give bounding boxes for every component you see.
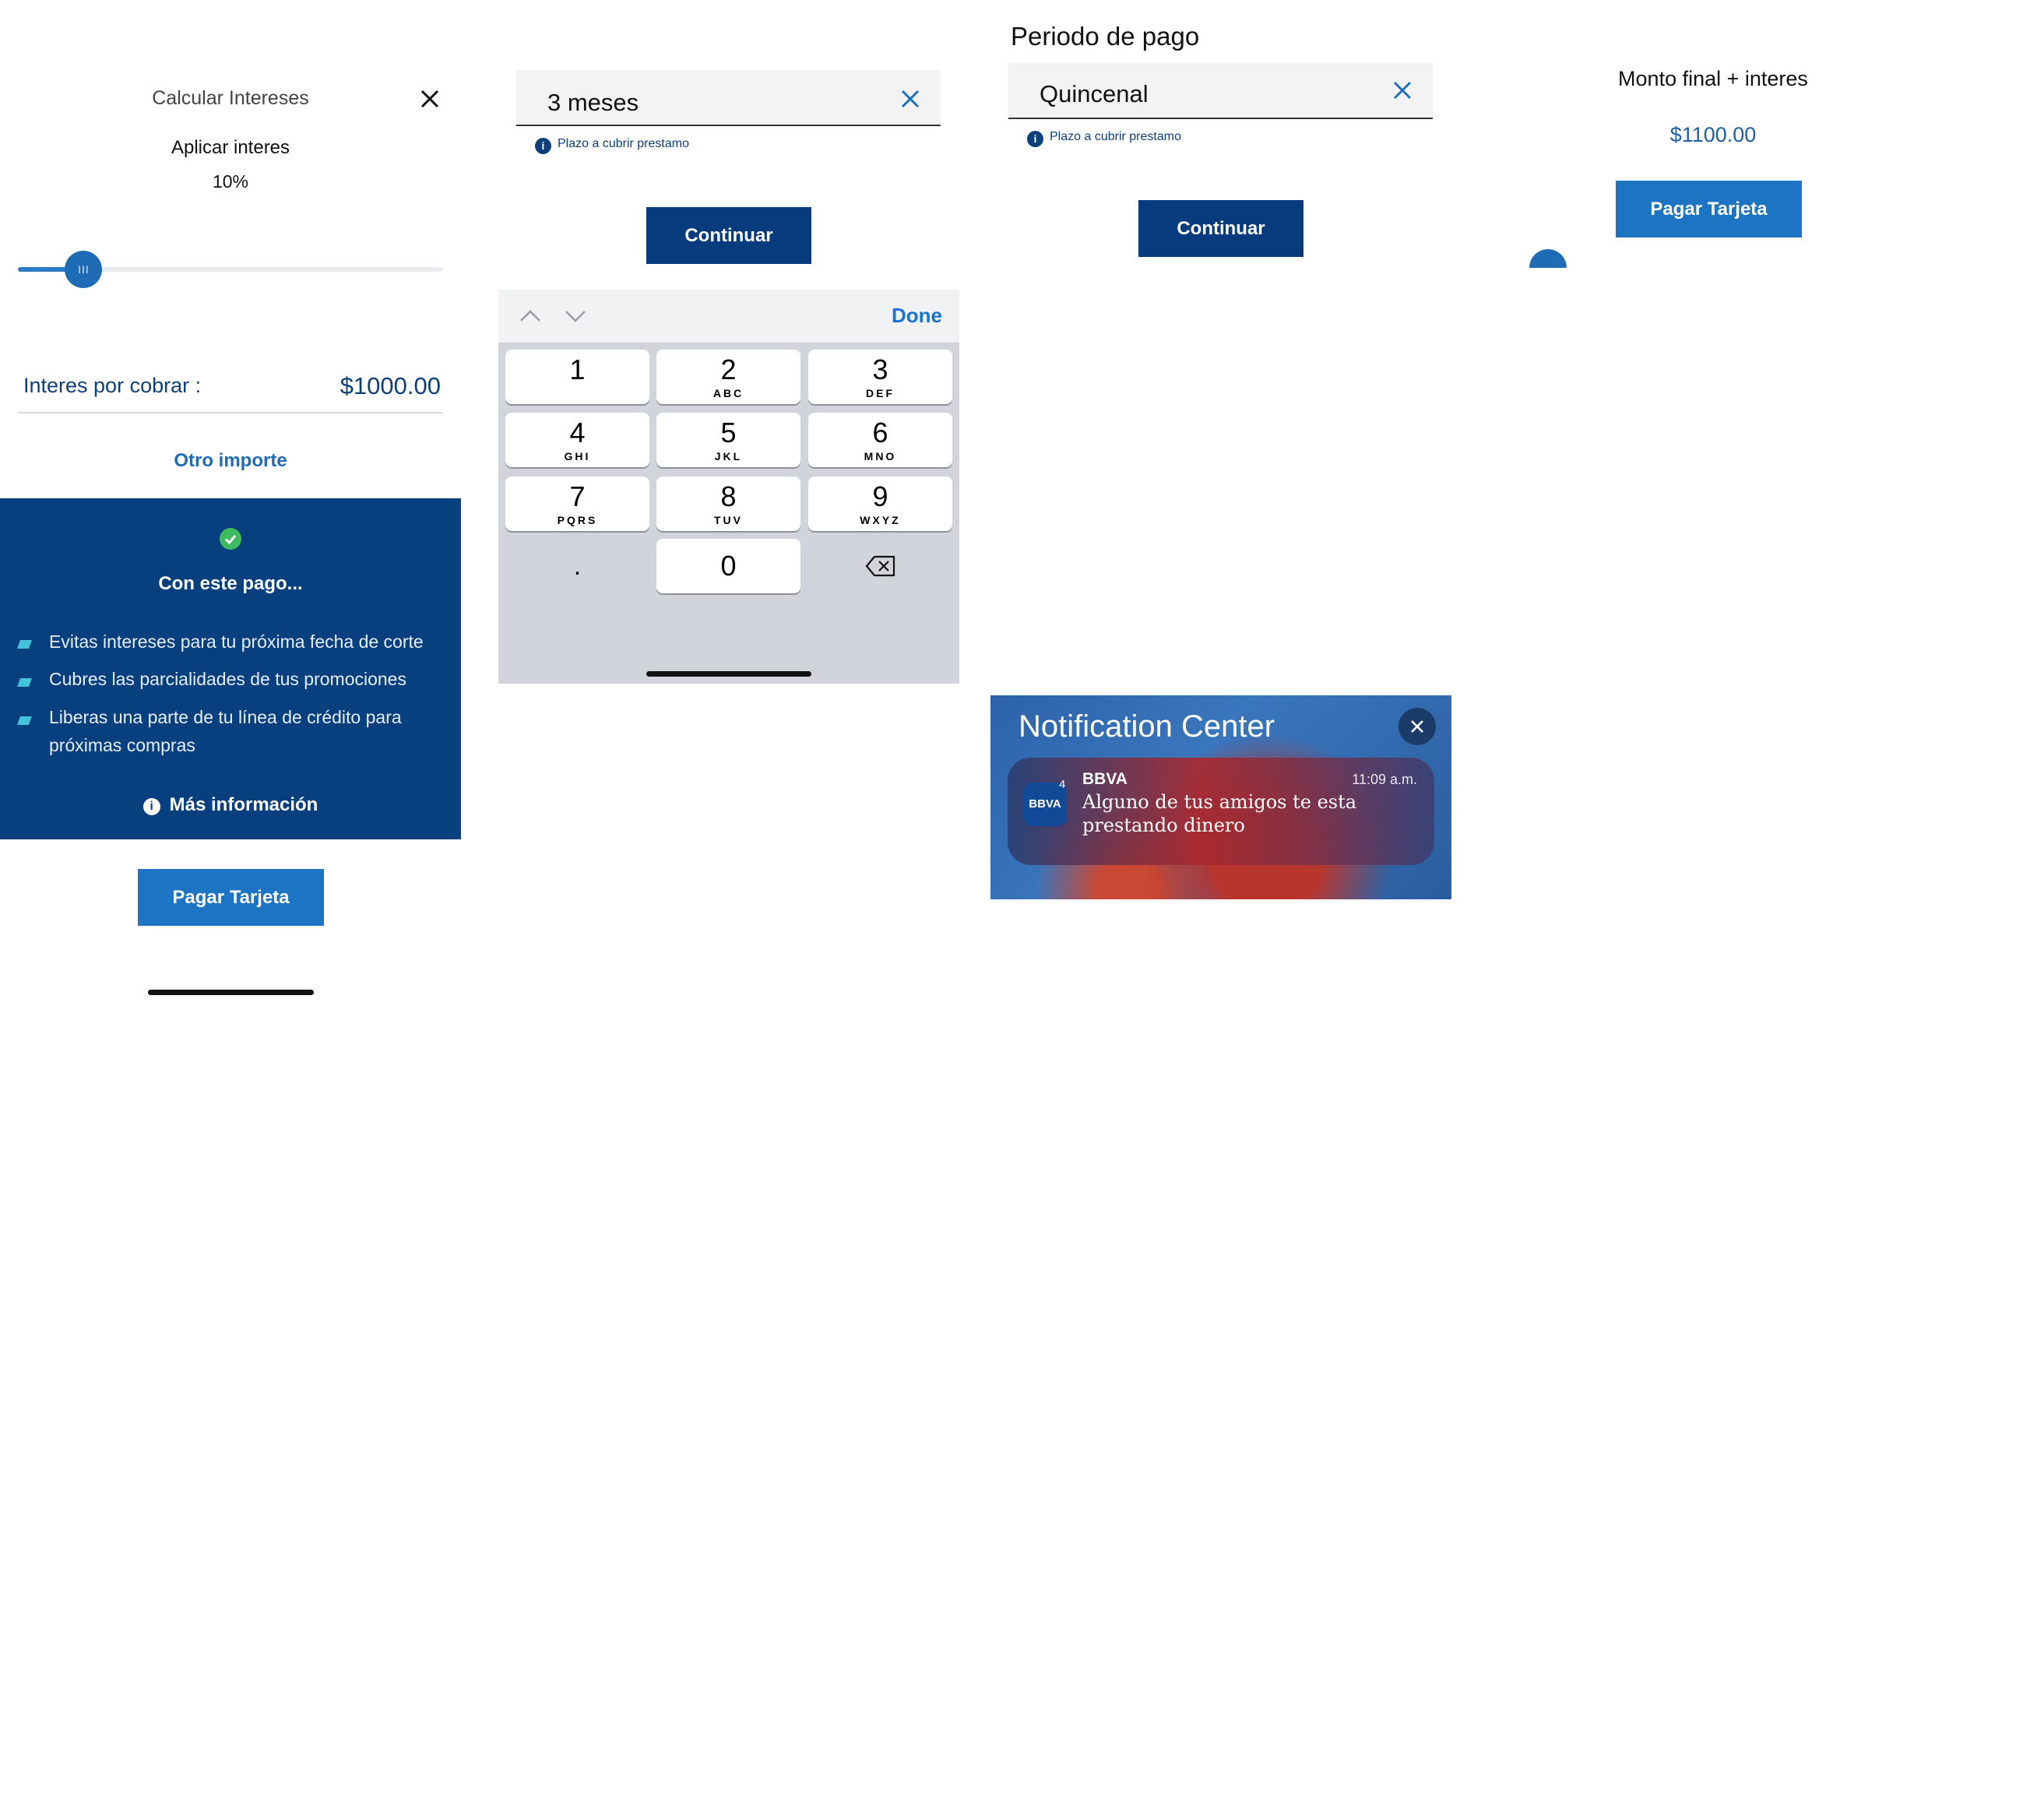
key-8[interactable]: 8 TUV xyxy=(656,477,800,531)
notification-card[interactable]: BBVA 4 BBVA 11:09 a.m. Alguno de tus ami… xyxy=(1008,758,1434,865)
other-amount-link[interactable]: Otro importe xyxy=(0,450,461,472)
page-title: Periodo de pago xyxy=(1011,22,1200,51)
panel-monto-final: Monto final + interes $1100.00 Pagar Tar… xyxy=(1483,0,1944,467)
notification-center-title: Notification Center xyxy=(1018,709,1275,744)
keyboard-toolbar: Done xyxy=(498,290,959,343)
home-indicator xyxy=(646,671,811,677)
final-amount-title: Monto final + interes xyxy=(1618,67,1808,90)
key-decimal[interactable]: . xyxy=(505,539,649,593)
benefit-item: Liberas una parte de tu línea de crédito… xyxy=(49,707,402,727)
info-icon: i xyxy=(142,798,160,815)
period-hint: i Plazo a cubrir prestamo xyxy=(1027,130,1181,147)
key-1[interactable]: 1 xyxy=(505,350,649,404)
clear-icon[interactable] xyxy=(899,87,922,111)
key-7[interactable]: 7 PQRS xyxy=(505,477,649,531)
panel-periodo-pago: Periodo de pago Quincenal i Plazo a cubri… xyxy=(990,0,1451,934)
home-indicator xyxy=(148,990,314,995)
pay-card-button[interactable]: Pagar Tarjeta xyxy=(1616,181,1802,237)
chevron-down-icon[interactable] xyxy=(564,308,587,324)
final-amount-value: $1100.00 xyxy=(1669,123,1757,146)
continue-button[interactable]: Continuar xyxy=(1138,200,1303,257)
notification-app-name: BBVA xyxy=(1082,770,1128,788)
hint-text: Plazo a cubrir prestamo xyxy=(558,137,689,150)
key-3[interactable]: 3 DEF xyxy=(808,350,952,404)
keyboard-done-button[interactable]: Done xyxy=(892,304,942,328)
slider-thumb-partial xyxy=(1529,249,1567,268)
payment-benefits-card: Con este pago... Evitas intereses para t… xyxy=(0,498,461,839)
interest-percent: 10% xyxy=(212,171,249,192)
notification-count-badge: 4 xyxy=(1059,778,1066,791)
backspace-icon xyxy=(865,555,895,577)
panel-plazo: 3 meses i Plazo a cubrir prestamo Continu… xyxy=(498,0,959,779)
apply-interest-label: Aplicar interes xyxy=(171,137,290,158)
interest-due-value: $1000.00 xyxy=(339,372,441,399)
divider xyxy=(18,412,442,413)
bullet-icon xyxy=(16,640,33,649)
interest-slider[interactable]: III xyxy=(18,251,442,288)
check-circle-icon xyxy=(220,528,241,550)
clear-icon[interactable] xyxy=(1391,79,1414,102)
info-icon: i xyxy=(535,138,551,154)
chevron-up-icon[interactable] xyxy=(519,308,542,324)
notification-message: Alguno de tus amigos te esta prestando d… xyxy=(1082,791,1357,836)
backspace-key[interactable] xyxy=(808,539,952,593)
more-info-label: Más información xyxy=(169,794,318,815)
panel-calcular-intereses: Calcular Intereses Aplicar interes 10% I… xyxy=(0,0,461,1012)
key-0[interactable]: 0 xyxy=(656,539,800,593)
key-2[interactable]: 2 ABC xyxy=(656,350,800,404)
info-icon: i xyxy=(1027,131,1043,147)
continue-button[interactable]: Continuar xyxy=(646,207,811,264)
close-icon[interactable] xyxy=(417,86,443,112)
more-info-link[interactable]: i Más información xyxy=(0,794,461,816)
term-field[interactable]: 3 meses xyxy=(516,70,941,126)
notification-time: 11:09 a.m. xyxy=(1352,772,1417,787)
benefit-item: Evitas intereses para tu próxima fecha d… xyxy=(49,631,424,652)
pay-card-button[interactable]: Pagar Tarjeta xyxy=(138,869,324,926)
key-6[interactable]: 6 MNO xyxy=(808,413,952,467)
card-title: Con este pago... xyxy=(158,573,303,594)
benefit-item: Cubres las parcialidades de tus promocio… xyxy=(49,669,406,689)
numeric-keyboard: Done 1 2 ABC 3 DEF 4 GHI 5 JKL 6 MNO 7 PQRS 8T… xyxy=(498,290,959,684)
close-icon[interactable] xyxy=(1398,708,1436,745)
notification-center: Notification Center BBVA 4 BBVA 11:09 a.… xyxy=(990,695,1451,899)
bullet-icon xyxy=(16,716,33,725)
term-hint: i Plazo a cubrir prestamo xyxy=(535,137,689,154)
period-field[interactable]: Quincenal xyxy=(1008,63,1433,119)
bullet-icon xyxy=(16,678,33,687)
period-input-value: Quincenal xyxy=(1040,80,1149,107)
interest-due-label: Interes por cobrar : xyxy=(23,374,202,397)
key-5[interactable]: 5 JKL xyxy=(656,413,800,467)
key-9[interactable]: 9 WXYZ xyxy=(808,477,952,531)
benefit-item-continued: próximas compras xyxy=(49,735,195,755)
key-4[interactable]: 4 GHI xyxy=(505,413,649,467)
page-title: Calcular Intereses xyxy=(152,87,309,109)
hint-text: Plazo a cubrir prestamo xyxy=(1050,130,1181,143)
slider-thumb[interactable]: III xyxy=(65,251,103,288)
term-input-value: 3 meses xyxy=(547,89,639,116)
